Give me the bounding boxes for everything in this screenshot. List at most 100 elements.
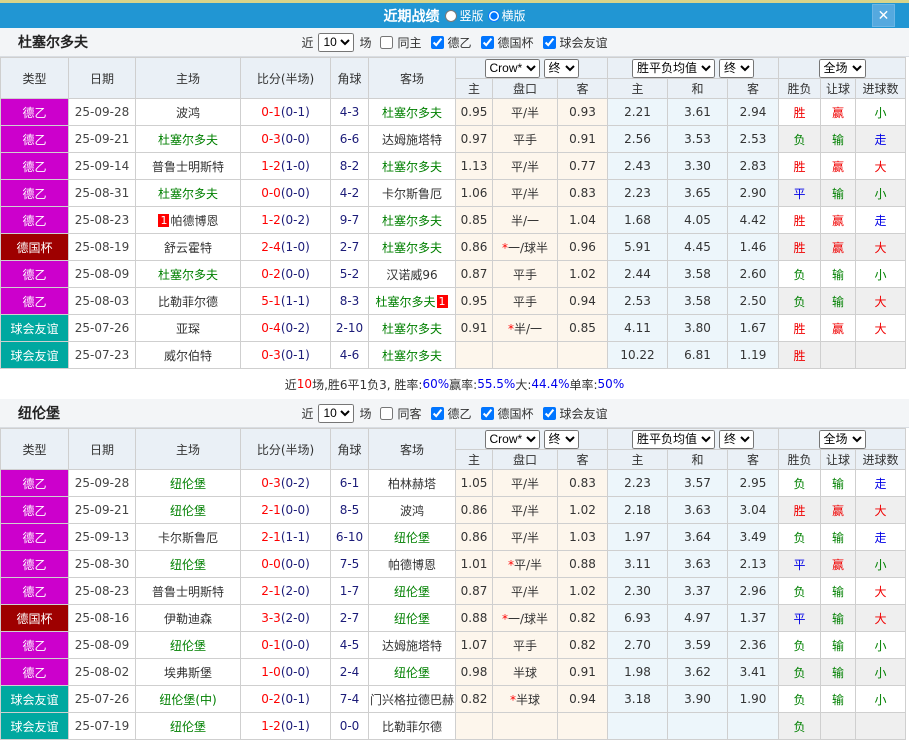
result-goals: 走 — [855, 125, 907, 153]
mean-home: 2.70 — [607, 631, 668, 659]
odds-handicap: 平/半 — [492, 469, 558, 497]
away-team: 达姆施塔特 — [368, 125, 456, 153]
mean-time-select[interactable]: 终 — [719, 58, 754, 78]
home-team-name: 舒云霍特 — [163, 240, 212, 255]
mean-time-select[interactable]: 终 — [719, 429, 754, 449]
scope-group: 全场 — [778, 428, 907, 450]
same-venue-checkbox[interactable] — [380, 406, 394, 420]
halftime-score: (2-0) — [280, 611, 310, 625]
league-checkbox[interactable] — [542, 406, 556, 420]
result-goals: 走 — [855, 206, 907, 234]
match-type-badge: 德国杯 — [0, 233, 69, 261]
away-team: 卡尔斯鲁厄 — [368, 179, 456, 207]
layout-option-horizontal[interactable]: 横版 — [487, 7, 526, 24]
result-goals: 小 — [855, 658, 907, 686]
mean-away: 2.95 — [726, 469, 780, 497]
sub-column-header: 客 — [726, 78, 780, 99]
odds-away: 0.91 — [557, 658, 608, 686]
sub-column-header: 客 — [557, 449, 608, 470]
column-header: 类型 — [0, 57, 69, 99]
horizontal-radio[interactable] — [487, 9, 500, 22]
odds-source-select[interactable]: Crow* — [484, 429, 540, 449]
table-row: 德乙 25-09-21 杜塞尔多夫 0-3(0-0) 6-6 达姆施塔特 0.97 平手 0.9… — [0, 125, 907, 153]
games-count-select[interactable]: 10 — [318, 403, 355, 423]
corner-score: 7-5 — [330, 550, 369, 578]
league-checkbox[interactable] — [542, 35, 556, 49]
vertical-radio[interactable] — [445, 9, 458, 22]
mean-away: 3.49 — [726, 523, 780, 551]
odds-home: 0.85 — [455, 206, 493, 234]
mean-away: 1.37 — [726, 604, 780, 632]
home-team: 纽伦堡 — [135, 550, 241, 578]
match-type-badge: 德乙 — [0, 152, 69, 180]
league-checkbox[interactable] — [480, 406, 494, 420]
league-checkbox[interactable] — [430, 35, 444, 49]
page-title: 近期战绩 — [383, 8, 440, 25]
result-goals: 大 — [855, 287, 907, 315]
result-outcome: 负 — [778, 260, 822, 288]
mean-type-select[interactable]: 胜平负均值 — [632, 58, 715, 78]
filter-bar: 近 10 场 同主 德乙 德国杯 球会友谊 — [301, 32, 608, 52]
same-venue-checkbox[interactable] — [380, 35, 394, 49]
match-date: 25-07-26 — [68, 685, 136, 713]
result-handicap: 输 — [820, 577, 857, 605]
league-checkbox[interactable] — [430, 406, 444, 420]
mean-home: 5.91 — [607, 233, 668, 261]
table-row: 德乙 25-08-23 1 帕德博恩 1-2(0-2) 9-7 杜塞尔多夫 0.85 半/一 1.… — [0, 206, 907, 234]
odds-handicap: *半/一 — [492, 314, 558, 342]
odds-away: 0.93 — [557, 98, 608, 126]
mean-type-select[interactable]: 胜平负均值 — [632, 429, 715, 449]
odds-handicap: *半球 — [492, 685, 558, 713]
halftime-score: (1-1) — [280, 530, 310, 544]
away-team-name: 杜塞尔多夫 — [381, 348, 442, 363]
away-team-name: 杜塞尔多夫 — [375, 294, 436, 309]
odds-handicap: 平手 — [492, 125, 558, 153]
away-team: 杜塞尔多夫 — [368, 152, 456, 180]
odds-time-select[interactable]: 终 — [543, 429, 579, 449]
scope-select[interactable]: 全场 — [818, 58, 866, 78]
layout-option-vertical[interactable]: 竖版 — [445, 7, 484, 24]
league-checkbox[interactable] — [480, 35, 494, 49]
corner-score: 2-4 — [330, 658, 369, 686]
sub-column-header: 盘口 — [492, 449, 558, 470]
result-goals: 小 — [855, 631, 907, 659]
column-header: 日期 — [68, 428, 136, 470]
away-team: 比勒菲尔德 — [368, 712, 456, 740]
result-outcome: 胜 — [778, 233, 822, 261]
mean-draw: 3.58 — [667, 287, 728, 315]
halftime-score: (0-0) — [280, 267, 310, 281]
matches-table: 类型 日期 主场 比分(半场) 角球 客场 Crow* 终胜平负均值终全场主盘口客主和客胜负让… — [0, 428, 907, 740]
mean-draw: 3.30 — [667, 152, 728, 180]
odds-time-select[interactable]: 终 — [543, 58, 579, 78]
result-handicap — [820, 341, 857, 369]
header-row-groups: 类型 日期 主场 比分(半场) 角球 客场 Crow* 终胜平负均值终全场 — [0, 57, 907, 99]
sub-column-header: 主 — [607, 78, 668, 99]
match-date: 25-09-28 — [68, 98, 136, 126]
match-score: 2-1(1-1) — [240, 523, 331, 551]
result-outcome: 负 — [778, 287, 822, 315]
table-row: 德国杯 25-08-16 伊勒迪森 3-3(2-0) 2-7 纽伦堡 0.88 *一/球半 0.… — [0, 604, 907, 632]
scope-select[interactable]: 全场 — [818, 429, 866, 449]
away-team: 杜塞尔多夫 1 — [368, 287, 456, 315]
match-date: 25-09-21 — [68, 496, 136, 524]
games-count-select[interactable]: 10 — [318, 32, 355, 52]
table-row: 德乙 25-08-03 比勒菲尔德 5-1(1-1) 8-3 杜塞尔多夫 1 0.95 平手 0.… — [0, 287, 907, 315]
result-handicap: 赢 — [820, 98, 857, 126]
result-handicap: 赢 — [820, 550, 857, 578]
odds-source-select[interactable]: Crow* — [484, 58, 540, 78]
match-score: 0-0(0-0) — [240, 550, 331, 578]
fulltime-score: 0-3 — [261, 132, 281, 146]
odds-handicap: 平/半 — [492, 496, 558, 524]
home-team-name: 埃弗斯堡 — [163, 665, 212, 680]
fulltime-score: 1-2 — [261, 213, 281, 227]
halftime-score: (0-2) — [280, 476, 310, 490]
away-team-name: 汉诺威96 — [386, 267, 438, 282]
mean-draw: 4.05 — [667, 206, 728, 234]
close-button[interactable]: ✕ — [872, 4, 895, 27]
result-goals: 大 — [855, 577, 907, 605]
summary-part: 场,胜6平1负3, 胜率: — [312, 377, 423, 392]
match-type-badge: 德乙 — [0, 550, 69, 578]
match-date: 25-07-26 — [68, 314, 136, 342]
summary-part: 单率: — [569, 377, 598, 392]
corner-score: 4-5 — [330, 631, 369, 659]
